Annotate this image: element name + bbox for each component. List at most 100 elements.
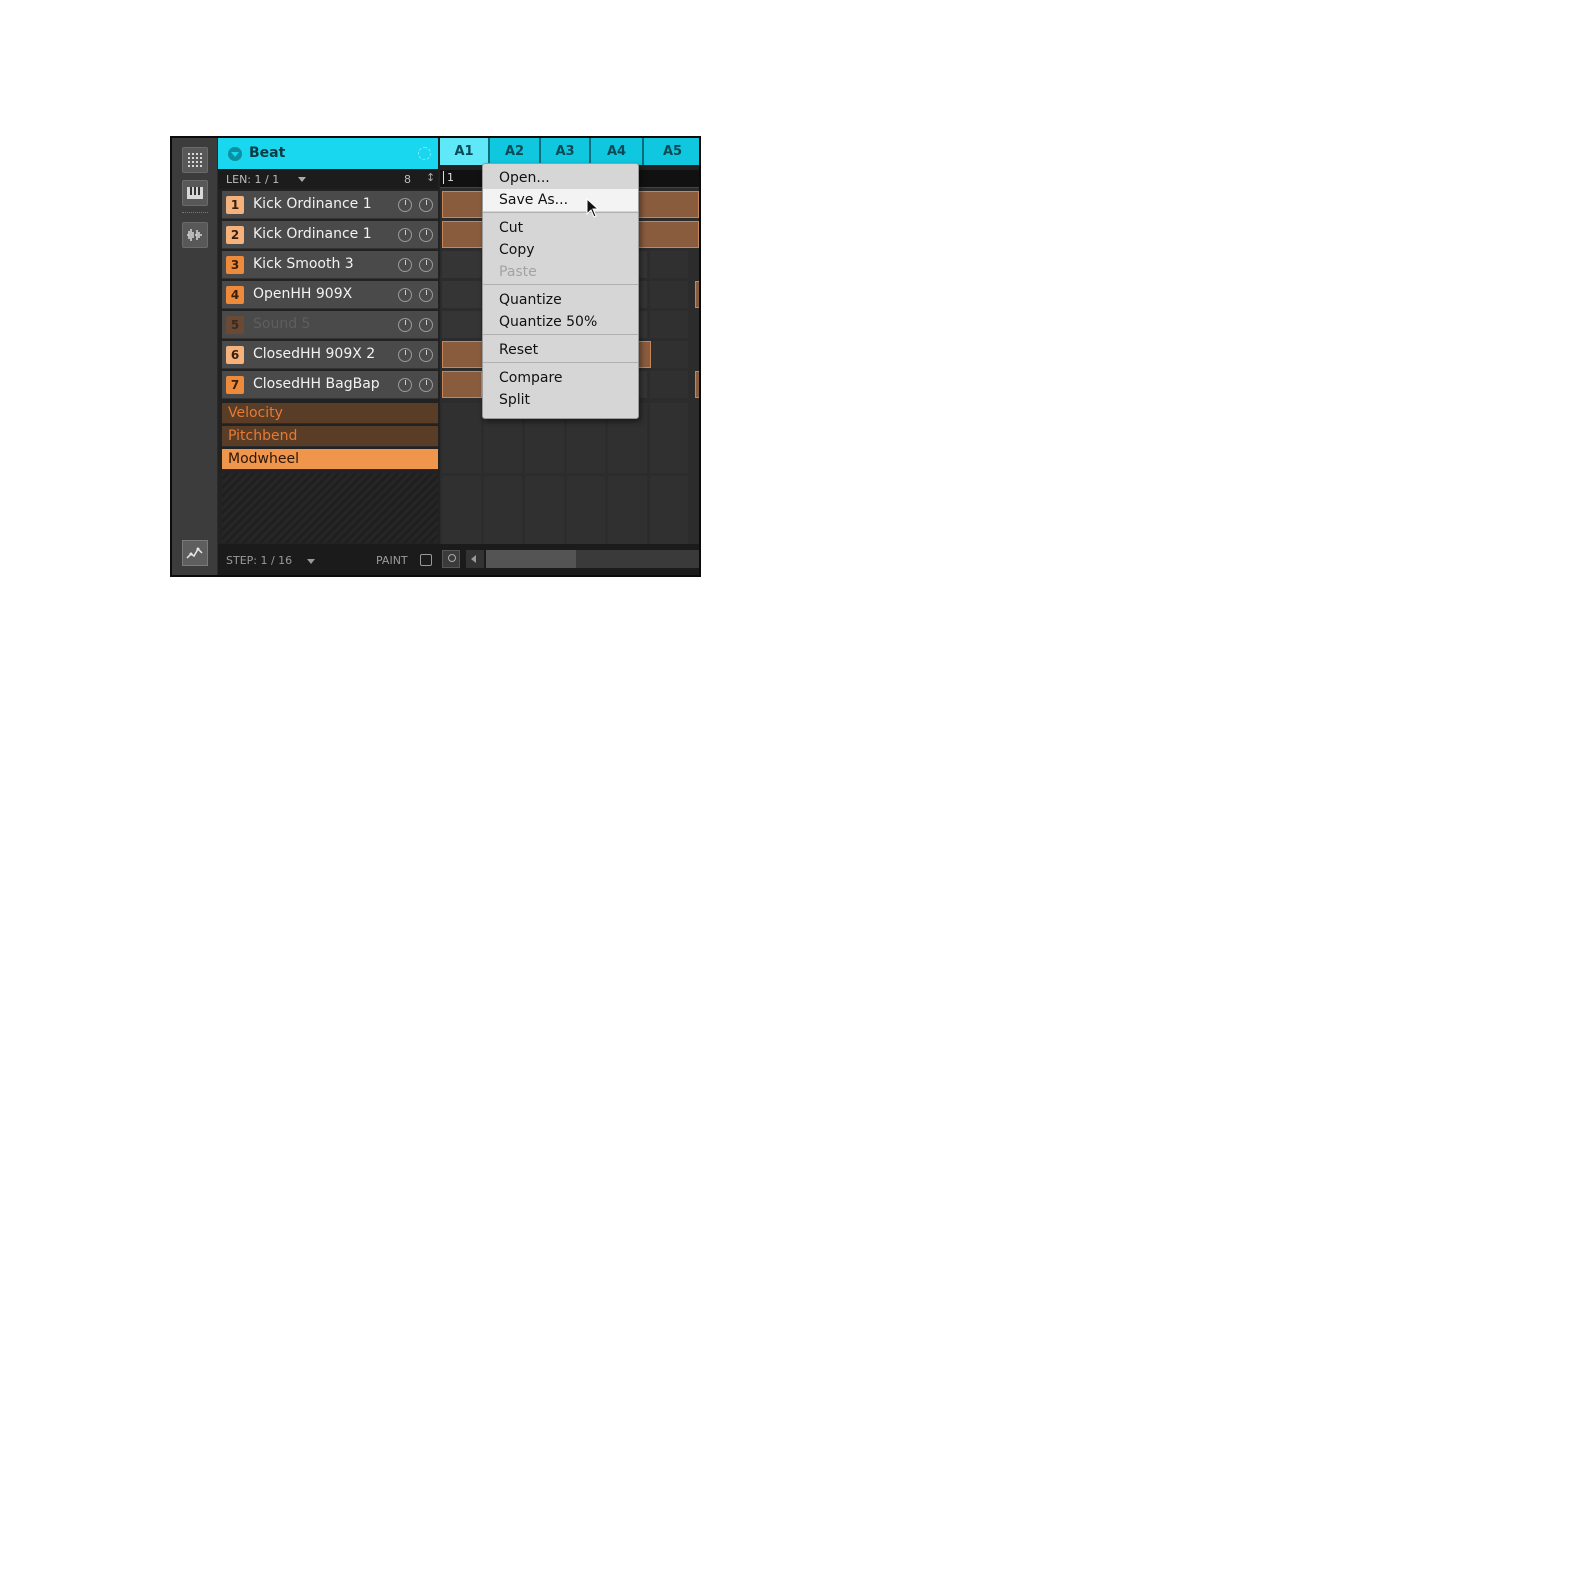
keyboard-view-button[interactable] — [182, 180, 208, 206]
sound-pan-knob-icon[interactable] — [398, 318, 412, 332]
sound-slot-4[interactable]: 4 OpenHH 909X — [222, 281, 438, 309]
sound-number: 2 — [226, 226, 244, 244]
mouse-pointer-icon — [586, 198, 600, 218]
grid-icon — [188, 153, 202, 167]
menu-item-compare[interactable]: Compare — [483, 367, 638, 389]
menu-separator — [483, 362, 638, 363]
sound-volume-knob-icon[interactable] — [419, 288, 433, 302]
sound-slot-6[interactable]: 6 ClosedHH 909X 2 — [222, 341, 438, 369]
note-event[interactable] — [695, 281, 699, 308]
param-lane-cell[interactable] — [608, 476, 647, 546]
sound-pan-knob-icon[interactable] — [398, 258, 412, 272]
param-pitchbend[interactable]: Pitchbend — [222, 426, 438, 447]
sound-name: OpenHH 909X — [253, 286, 353, 302]
sound-volume-knob-icon[interactable] — [419, 228, 433, 242]
sound-number: 6 — [226, 346, 244, 364]
grid-cell[interactable] — [442, 281, 481, 308]
sound-pan-knob-icon[interactable] — [398, 378, 412, 392]
sound-volume-knob-icon[interactable] — [419, 378, 433, 392]
menu-item-quantize[interactable]: Quantize — [483, 289, 638, 311]
param-lane-cell[interactable] — [442, 403, 481, 473]
sound-pan-knob-icon[interactable] — [398, 348, 412, 362]
sound-name: Kick Ordinance 1 — [253, 196, 372, 212]
stepper-icon[interactable]: ↕ — [426, 171, 435, 184]
sound-name: ClosedHH 909X 2 — [253, 346, 376, 362]
grid-cell[interactable] — [649, 251, 688, 278]
tab-pattern-a3[interactable]: A3 — [541, 138, 591, 165]
empty-param-area — [222, 473, 438, 543]
menu-item-quantize-50[interactable]: Quantize 50% — [483, 311, 638, 333]
grid-cell[interactable] — [649, 341, 688, 368]
sound-name: Sound 5 — [253, 316, 311, 332]
menu-item-save-as[interactable]: Save As... — [483, 189, 638, 211]
sound-number: 7 — [226, 376, 244, 394]
tab-pattern-a4[interactable]: A4 — [591, 138, 644, 165]
sound-slot-7[interactable]: 7 ClosedHH BagBap — [222, 371, 438, 399]
sample-view-button[interactable] — [182, 222, 208, 248]
grid-cell[interactable] — [649, 311, 688, 338]
scroll-left-icon[interactable] — [466, 550, 484, 568]
grid-cell[interactable] — [442, 311, 481, 338]
length-label[interactable]: LEN: 1 / 1 — [226, 173, 279, 186]
view-toolbar — [172, 138, 218, 575]
menu-item-copy[interactable]: Copy — [483, 239, 638, 261]
menu-item-open[interactable]: Open... — [483, 167, 638, 189]
sound-slot-2[interactable]: 2 Kick Ordinance 1 — [222, 221, 438, 249]
param-lane-cell[interactable] — [442, 476, 481, 546]
grid-cell[interactable] — [649, 371, 688, 398]
param-modwheel[interactable]: Modwheel — [222, 449, 438, 470]
param-lane-cell[interactable] — [649, 403, 688, 473]
step-grid-view-button[interactable] — [182, 147, 208, 173]
param-velocity[interactable]: Velocity — [222, 403, 438, 424]
menu-item-cut[interactable]: Cut — [483, 217, 638, 239]
step-dropdown-icon[interactable] — [307, 559, 315, 564]
step-size-label[interactable]: STEP: 1 / 16 — [226, 554, 292, 567]
sound-volume-knob-icon[interactable] — [419, 348, 433, 362]
sound-volume-knob-icon[interactable] — [419, 198, 433, 212]
menu-item-reset[interactable]: Reset — [483, 339, 638, 361]
dropdown-arrow-icon[interactable] — [228, 147, 242, 161]
param-lane-cell[interactable] — [649, 476, 688, 546]
sound-pan-knob-icon[interactable] — [398, 198, 412, 212]
tab-pattern-a2[interactable]: A2 — [490, 138, 541, 165]
settings-icon[interactable] — [418, 147, 431, 160]
length-value[interactable]: 8 — [404, 173, 411, 186]
sound-name: ClosedHH BagBap — [253, 376, 380, 392]
param-lane-cell[interactable] — [525, 476, 564, 546]
sound-slot-3[interactable]: 3 Kick Smooth 3 — [222, 251, 438, 279]
param-lane-cell[interactable] — [566, 476, 605, 546]
sound-volume-knob-icon[interactable] — [419, 318, 433, 332]
ruler-bar-number: 1 — [443, 171, 454, 184]
sound-pan-knob-icon[interactable] — [398, 228, 412, 242]
paint-label: PAINT — [376, 554, 408, 567]
paint-checkbox[interactable] — [420, 554, 432, 566]
menu-separator — [483, 284, 638, 285]
sound-volume-knob-icon[interactable] — [419, 258, 433, 272]
grid-cell[interactable] — [649, 281, 688, 308]
sound-name: Kick Smooth 3 — [253, 256, 354, 272]
scrollbar-thumb[interactable] — [486, 550, 576, 568]
sound-number: 5 — [226, 316, 244, 334]
waveform-icon — [187, 229, 202, 241]
tab-pattern-a5[interactable]: A5 — [644, 138, 699, 165]
sound-slot-5[interactable]: 5 Sound 5 — [222, 311, 438, 339]
sound-name: Kick Ordinance 1 — [253, 226, 372, 242]
group-header[interactable]: Beat — [218, 138, 438, 169]
grid-cell[interactable] — [442, 251, 481, 278]
sound-slot-1[interactable]: 1 Kick Ordinance 1 — [222, 191, 438, 219]
modulation-view-button[interactable] — [182, 540, 208, 566]
toolbar-divider — [182, 212, 208, 213]
tab-pattern-a1[interactable]: A1 — [440, 138, 490, 165]
param-lane-cell[interactable] — [483, 476, 522, 546]
menu-item-split[interactable]: Split — [483, 389, 638, 411]
length-dropdown-icon[interactable] — [298, 177, 306, 182]
sound-pan-knob-icon[interactable] — [398, 288, 412, 302]
menu-item-paste: Paste — [499, 264, 537, 280]
zoom-icon[interactable] — [442, 550, 460, 568]
horizontal-scrollbar[interactable] — [486, 550, 699, 568]
sound-number: 4 — [226, 286, 244, 304]
menu-separator — [483, 334, 638, 335]
note-event[interactable] — [695, 371, 699, 398]
note-event[interactable] — [442, 371, 482, 398]
group-title: Beat — [249, 145, 286, 161]
